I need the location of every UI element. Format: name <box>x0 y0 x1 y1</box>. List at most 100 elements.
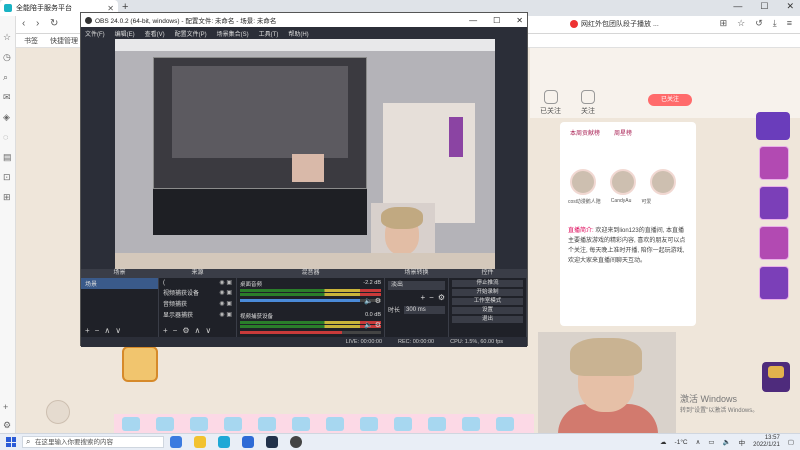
mail-icon[interactable]: ✉ <box>3 92 11 103</box>
menu-profile[interactable]: 配置文件(P) <box>175 29 207 38</box>
steam-icon[interactable] <box>266 436 278 448</box>
gift-icon[interactable] <box>360 417 378 431</box>
menu-scene-collection[interactable]: 场景集合(S) <box>217 29 249 38</box>
volume-slider[interactable] <box>240 299 381 302</box>
game-icon[interactable]: ◈ <box>3 112 10 123</box>
eye-icon[interactable]: ◉ ▣ <box>219 279 232 286</box>
chat-icon[interactable]: ◌ <box>3 132 8 142</box>
apps-icon[interactable]: ⊞ <box>3 192 11 203</box>
transition-select[interactable]: 淡出 <box>388 281 445 290</box>
bookmark-item[interactable]: 快捷管理 <box>50 36 78 46</box>
notification-icon[interactable]: ▢ <box>788 438 794 446</box>
close-window-icon[interactable]: ✕ <box>786 1 794 12</box>
gift-icon[interactable] <box>122 417 140 431</box>
chevron-down-icon[interactable]: ∨ <box>205 326 211 335</box>
event-logo[interactable] <box>756 112 790 140</box>
menu-help[interactable]: 帮助(H) <box>288 29 308 38</box>
add-icon[interactable]: + <box>3 402 8 412</box>
bookmark-item[interactable]: 书签 <box>24 36 38 46</box>
duration-input[interactable]: 300 ms <box>404 305 445 314</box>
add-icon[interactable]: + <box>163 326 168 335</box>
remove-icon[interactable]: − <box>173 326 178 335</box>
gear-icon[interactable]: ⚙ <box>182 326 189 335</box>
avatar[interactable] <box>610 169 636 195</box>
gift-icon[interactable] <box>394 417 412 431</box>
temperature[interactable]: -1°C <box>675 439 688 446</box>
promo-card[interactable] <box>759 186 789 220</box>
remove-icon[interactable]: − <box>95 326 100 335</box>
exit-button[interactable]: 退出 <box>452 316 523 323</box>
ime-language[interactable]: 中 <box>739 437 746 447</box>
tab-week-contribution[interactable]: 本周贡献榜 <box>570 128 600 137</box>
minimize-icon[interactable]: — <box>469 16 477 25</box>
add-icon[interactable]: + <box>85 326 90 335</box>
gift-icon[interactable] <box>326 417 344 431</box>
source-item[interactable]: (◉ ▣ <box>159 278 236 287</box>
star-icon[interactable]: ☆ <box>3 32 11 43</box>
settings-icon[interactable]: ⚙ <box>3 420 11 431</box>
promo-card[interactable] <box>759 226 789 260</box>
gift-icon[interactable] <box>190 417 208 431</box>
start-recording-button[interactable]: 开始录制 <box>452 289 523 296</box>
menu-tools[interactable]: 工具(T) <box>259 29 279 38</box>
avatar[interactable] <box>570 169 596 195</box>
source-item[interactable]: 视频捕获设备 ◉ ▣ <box>159 287 236 298</box>
notes-icon[interactable]: ▤ <box>3 152 12 163</box>
gift-tile[interactable] <box>122 346 158 382</box>
maximize-icon[interactable]: ☐ <box>493 16 500 25</box>
obs-preview[interactable] <box>115 39 495 269</box>
speaker-icon[interactable]: 🔈 ⚙ <box>364 321 381 329</box>
close-window-icon[interactable]: ✕ <box>516 16 523 25</box>
menu-file[interactable]: 文件(F) <box>85 29 105 38</box>
news-ticker[interactable]: 网红外包团队段子播放 ... <box>570 19 659 29</box>
source-item[interactable]: 音频捕获 ◉ ▣ <box>159 298 236 309</box>
back-icon[interactable]: ‹ <box>22 18 25 29</box>
menu-icon[interactable]: ≡ <box>787 18 792 29</box>
promo-card[interactable] <box>759 266 789 300</box>
speaker-icon[interactable]: 🔈 ⚙ <box>364 297 381 305</box>
eye-icon[interactable]: ◉ ▣ <box>219 289 232 296</box>
treasure-icon[interactable] <box>762 362 790 392</box>
star-icon[interactable]: ☆ <box>737 18 745 29</box>
scene-item[interactable]: 场景 <box>81 278 158 289</box>
chevron-up-icon[interactable]: ∧ <box>696 438 701 446</box>
chevron-down-icon[interactable]: ∨ <box>115 326 121 335</box>
gift-icon[interactable] <box>462 417 480 431</box>
settings-button[interactable]: 设置 <box>452 307 523 314</box>
minimize-icon[interactable]: — <box>733 1 742 12</box>
chevron-up-icon[interactable]: ∧ <box>104 326 110 335</box>
remove-icon[interactable]: − <box>429 293 434 302</box>
taskbar-search[interactable]: 在这里输入你要搜索的内容 <box>22 436 164 448</box>
history-icon[interactable]: ↺ <box>755 18 763 29</box>
gift-icon[interactable] <box>258 417 276 431</box>
gift-icon[interactable] <box>224 417 242 431</box>
volume-slider[interactable] <box>240 331 381 334</box>
follow-button[interactable]: 已关注 <box>648 94 692 106</box>
weather-icon[interactable]: ☁ <box>660 438 667 446</box>
forward-icon[interactable]: › <box>36 18 39 29</box>
eye-icon[interactable]: ◉ ▣ <box>219 300 232 307</box>
gift-icon[interactable] <box>496 417 514 431</box>
studio-mode-button[interactable]: 工作室模式 <box>452 298 523 305</box>
source-item[interactable]: 显示器捕获 ◉ ▣ <box>159 309 236 320</box>
file-explorer-icon[interactable] <box>170 436 182 448</box>
volume-icon[interactable]: 🔈 <box>723 438 731 446</box>
folder-icon[interactable] <box>194 436 206 448</box>
download-icon[interactable]: ⤓ <box>773 18 777 29</box>
menu-view[interactable]: 查看(V) <box>145 29 165 38</box>
maximize-icon[interactable]: ☐ <box>760 1 768 12</box>
browser-icon[interactable] <box>218 436 230 448</box>
avatar[interactable] <box>650 169 676 195</box>
gift-icon[interactable] <box>428 417 446 431</box>
app-icon[interactable] <box>242 436 254 448</box>
menu-edit[interactable]: 编辑(E) <box>115 29 135 38</box>
cart-icon[interactable]: ⊡ <box>3 172 11 183</box>
obs-icon[interactable] <box>290 436 302 448</box>
tab-week-star[interactable]: 周星榜 <box>614 128 632 137</box>
clock-icon[interactable]: ◷ <box>3 52 11 63</box>
network-icon[interactable]: ▭ <box>708 438 714 446</box>
chevron-up-icon[interactable]: ∧ <box>195 326 201 335</box>
add-icon[interactable]: + <box>420 293 425 302</box>
action-follow[interactable]: 关注 <box>581 90 595 116</box>
reel-icon[interactable] <box>46 400 70 424</box>
